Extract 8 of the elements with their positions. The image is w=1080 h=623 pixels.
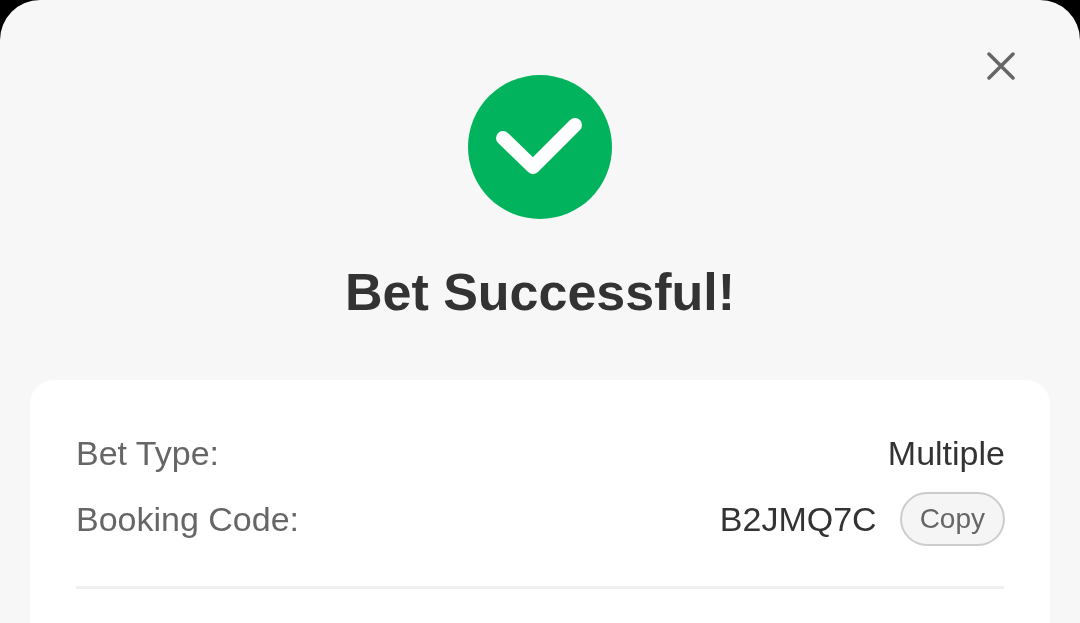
- success-check-icon: [468, 75, 612, 219]
- copy-button[interactable]: Copy: [899, 492, 1005, 546]
- detail-value: B2JMQ7C: [719, 498, 877, 540]
- success-title: Bet Successful!: [344, 262, 736, 323]
- detail-label: Bet Type:: [76, 432, 220, 474]
- detail-value: Multiple: [887, 432, 1005, 474]
- detail-label: Booking Code:: [76, 498, 300, 540]
- close-icon: [987, 52, 1015, 80]
